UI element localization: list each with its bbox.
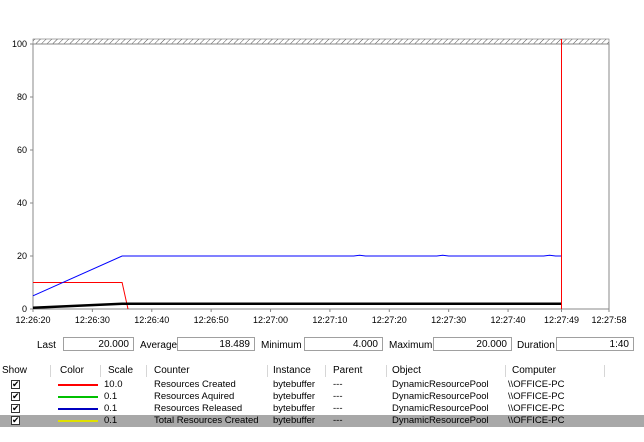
- y-tick-label: 40: [17, 198, 27, 208]
- last-label: Last: [37, 340, 56, 351]
- counter-cell: Total Resources Created: [154, 415, 259, 426]
- x-tick-label: 12:26:30: [75, 315, 110, 325]
- plot-frame: [32, 43, 610, 310]
- x-tick-label: 12:27:40: [491, 315, 526, 325]
- parent-cell: ---: [333, 403, 343, 414]
- scale-cell: 0.1: [104, 415, 118, 426]
- column-header-parent[interactable]: Parent: [333, 365, 362, 376]
- legend-row-resources-released[interactable]: ✔ 0.1 Resources Released bytebuffer --- …: [0, 403, 644, 415]
- scale-cell: 0.1: [104, 403, 118, 414]
- counter-cell: Resources Created: [154, 379, 236, 390]
- object-cell: DynamicResourcePool: [392, 379, 489, 390]
- instance-cell: bytebuffer: [273, 415, 316, 426]
- color-swatch: [58, 408, 98, 410]
- column-header-scale[interactable]: Scale: [108, 365, 133, 376]
- x-tick-label: 12:27:20: [372, 315, 407, 325]
- y-tick-label: 100: [12, 39, 27, 49]
- x-tick-label: 12:26:40: [134, 315, 169, 325]
- parent-cell: ---: [333, 415, 343, 426]
- counter-cell: Resources Aquired: [154, 391, 235, 402]
- maximum-label: Maximum: [389, 340, 433, 351]
- instance-cell: bytebuffer: [273, 403, 316, 414]
- show-checkbox[interactable]: ✔: [11, 380, 20, 389]
- column-header-computer[interactable]: Computer: [512, 365, 556, 376]
- y-tick-label: 0: [22, 304, 27, 314]
- show-checkbox[interactable]: ✔: [11, 404, 20, 413]
- column-header-object[interactable]: Object: [392, 365, 421, 376]
- computer-cell: \\OFFICE-PC: [508, 379, 565, 390]
- color-swatch: [58, 384, 98, 386]
- minimum-label: Minimum: [261, 340, 302, 351]
- color-swatch: [58, 396, 98, 398]
- x-tick-label: 12:27:10: [312, 315, 347, 325]
- duration-label: Duration: [517, 340, 555, 351]
- duration-value: 1:40: [556, 337, 634, 351]
- object-cell: DynamicResourcePool: [392, 415, 489, 426]
- minimum-value: 4.000: [304, 337, 383, 351]
- x-tick-label: 12:26:20: [15, 315, 50, 325]
- x-tick-label: 12:26:50: [194, 315, 229, 325]
- column-header-instance[interactable]: Instance: [273, 365, 311, 376]
- show-checkbox[interactable]: ✔: [11, 392, 20, 401]
- x-tick-label: 12:27:58: [591, 315, 626, 325]
- maximum-value: 20.000: [433, 337, 512, 351]
- y-tick-label: 80: [17, 92, 27, 102]
- computer-cell: \\OFFICE-PC: [508, 415, 565, 426]
- statistics-bar: Last 20.000 Average 18.489 Minimum 4.000…: [0, 337, 644, 357]
- x-tick-label: 12:27:00: [253, 315, 288, 325]
- legend-row-resources-aquired[interactable]: ✔ 0.1 Resources Aquired bytebuffer --- D…: [0, 391, 644, 403]
- x-tick-label: 12:27:30: [431, 315, 466, 325]
- legend-row-resources-created[interactable]: ✔ 10.0 Resources Created bytebuffer --- …: [0, 379, 644, 391]
- counter-legend-table[interactable]: Show Color Scale Counter Instance Parent…: [0, 364, 644, 442]
- column-header-counter[interactable]: Counter: [154, 365, 190, 376]
- computer-cell: \\OFFICE-PC: [508, 403, 565, 414]
- graph-canvas[interactable]: 0 20 40 60 80 100 12:26:20 12:26:30 12:26:40 12:2…: [0, 0, 644, 330]
- scale-cell: 10.0: [104, 379, 123, 390]
- instance-cell: bytebuffer: [273, 379, 316, 390]
- column-header-color[interactable]: Color: [60, 365, 84, 376]
- object-cell: DynamicResourcePool: [392, 403, 489, 414]
- parent-cell: ---: [333, 379, 343, 390]
- computer-cell: \\OFFICE-PC: [508, 391, 565, 402]
- legend-header-row: Show Color Scale Counter Instance Parent…: [0, 364, 644, 378]
- average-value: 18.489: [177, 337, 255, 351]
- show-checkbox[interactable]: ✔: [11, 416, 20, 425]
- parent-cell: ---: [333, 391, 343, 402]
- scale-cell: 0.1: [104, 391, 118, 402]
- legend-row-total-resources-created[interactable]: ✔ 0.1 Total Resources Created bytebuffer…: [0, 415, 644, 427]
- performance-graph[interactable]: 0 20 40 60 80 100 12:26:20 12:26:30 12:26:40 12:2…: [0, 0, 644, 330]
- object-cell: DynamicResourcePool: [392, 391, 489, 402]
- graph-top-overflow-strip: [32, 38, 610, 45]
- color-swatch: [58, 420, 98, 422]
- x-tick-label: 12:27:49: [544, 315, 579, 325]
- counter-cell: Resources Released: [154, 403, 243, 414]
- column-header-show[interactable]: Show: [2, 365, 27, 376]
- y-tick-label: 20: [17, 251, 27, 261]
- average-label: Average: [140, 340, 178, 351]
- last-value: 20.000: [63, 337, 134, 351]
- y-tick-label: 60: [17, 145, 27, 155]
- instance-cell: bytebuffer: [273, 391, 316, 402]
